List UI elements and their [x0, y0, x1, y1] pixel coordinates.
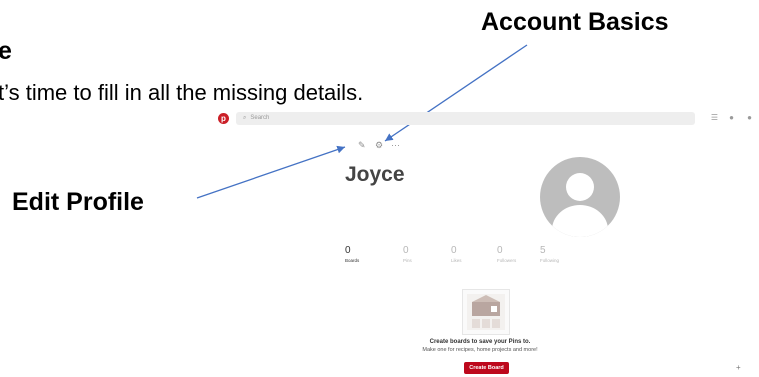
stat-following[interactable]: 5 Following [540, 245, 570, 264]
search-placeholder: Search [250, 115, 270, 121]
stat-value: 0 [497, 245, 503, 256]
add-icon[interactable]: + [736, 363, 741, 372]
stat-boards[interactable]: 0 Boards [345, 245, 375, 264]
create-board-button[interactable]: Create Board [464, 362, 509, 374]
search-icon: ⌕ [243, 115, 247, 121]
stat-label: Boards [345, 258, 360, 263]
pencil-icon[interactable]: ✎ [358, 140, 366, 150]
stat-pins[interactable]: 0 Pins [403, 245, 433, 264]
stat-label: Pins [403, 258, 412, 263]
stat-label: Followers [497, 258, 517, 263]
stat-value: 0 [403, 245, 409, 256]
pinterest-logo-icon[interactable]: p [218, 113, 229, 124]
search-bar[interactable]: ⌕ Search [236, 112, 695, 125]
more-icon[interactable]: ··· [391, 140, 400, 150]
stat-followers[interactable]: 0 Followers [497, 245, 527, 264]
stat-value: 0 [451, 245, 457, 256]
person-icon[interactable]: ● [726, 113, 737, 123]
callout-arrows [196, 44, 528, 199]
avatar [540, 157, 620, 237]
stat-label: Following [540, 258, 560, 263]
edit-profile-arrow [196, 145, 346, 199]
menu-icon[interactable]: ☰ [709, 113, 720, 123]
chat-icon[interactable]: ● [744, 113, 755, 123]
stat-likes[interactable]: 0 Likes [451, 245, 481, 264]
gear-icon[interactable]: ⚙ [375, 140, 383, 150]
stat-value: 0 [345, 245, 351, 256]
empty-board-illustration [462, 289, 510, 335]
empty-state-title: Create boards to save your Pins to. [429, 339, 531, 345]
empty-state-subtitle: Make one for recipes, home projects and … [422, 347, 538, 353]
stat-label: Likes [451, 258, 462, 263]
profile-name: Joyce [345, 163, 405, 186]
stat-value: 5 [540, 245, 546, 256]
